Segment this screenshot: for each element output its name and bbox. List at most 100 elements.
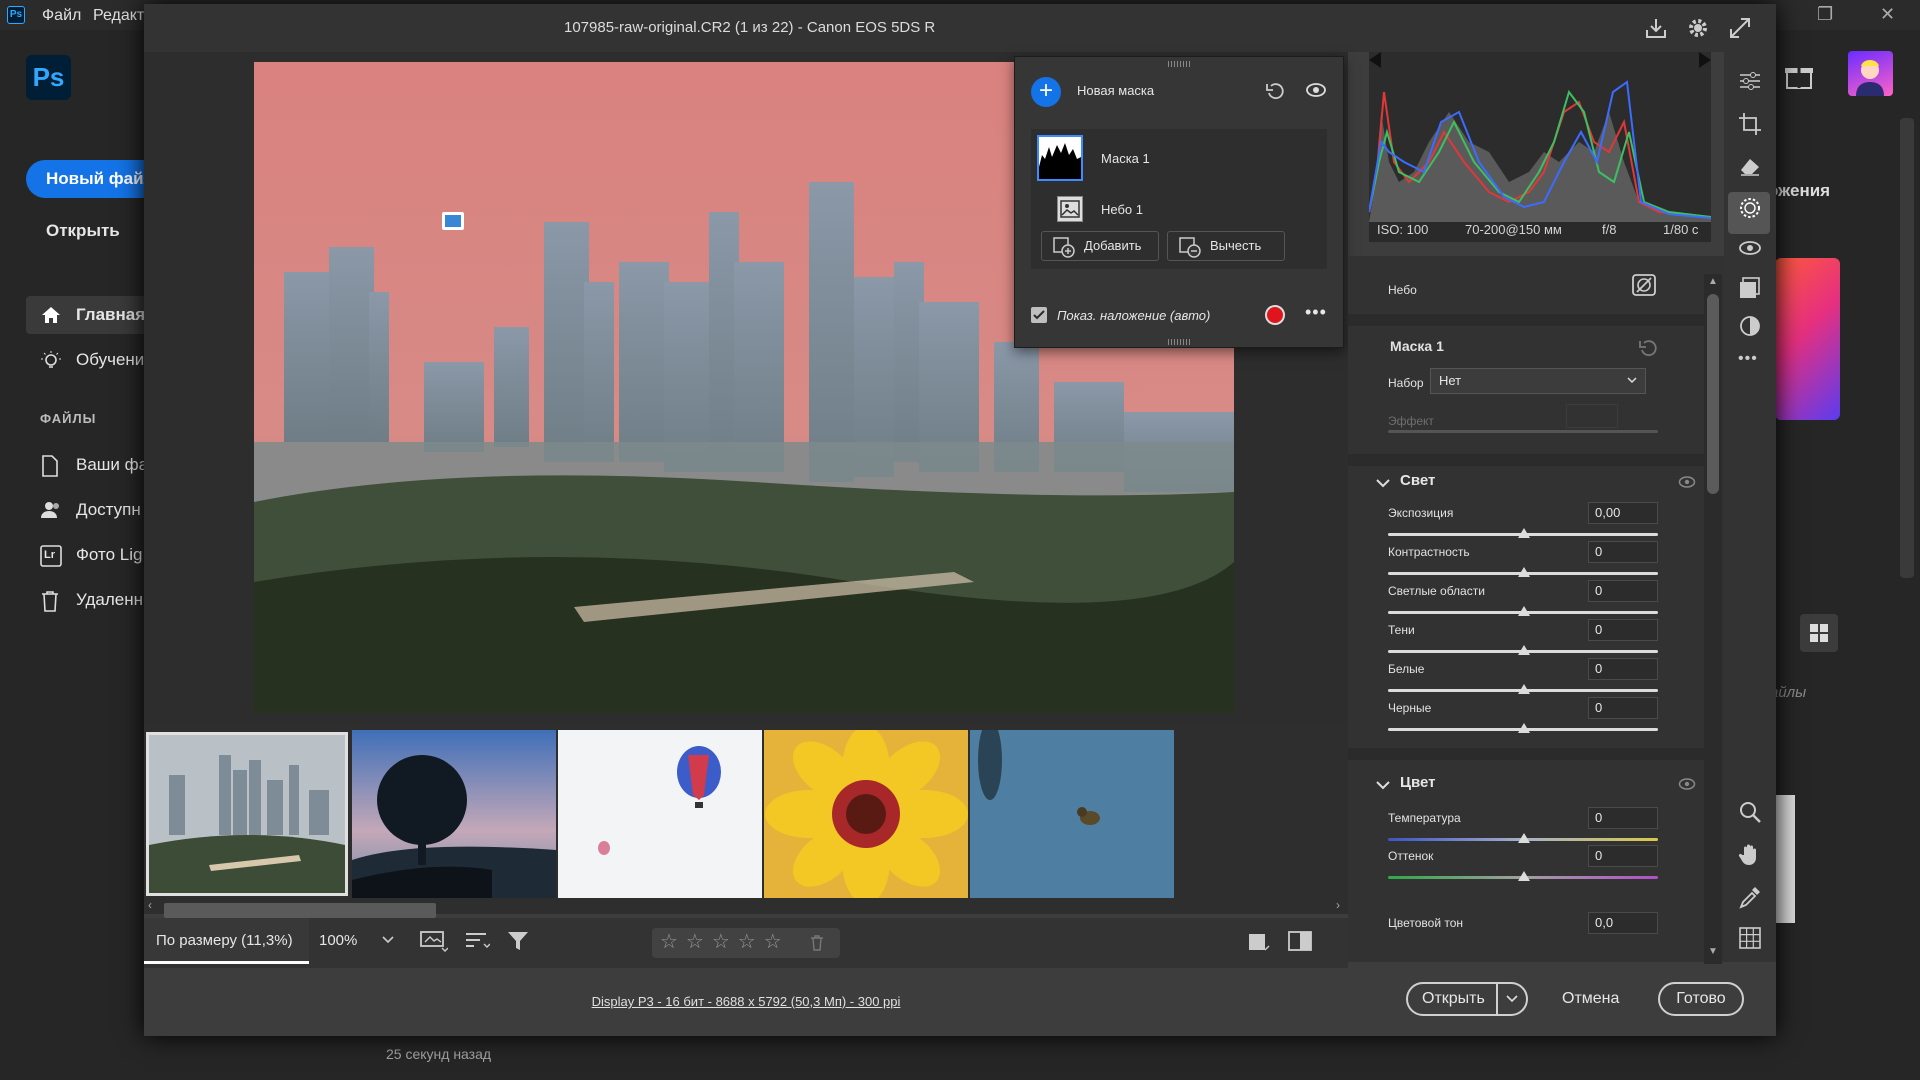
filter-icon[interactable] bbox=[506, 930, 530, 952]
scroll-down-icon[interactable]: ▼ bbox=[1708, 946, 1718, 957]
visibility-eye-icon[interactable] bbox=[1305, 82, 1327, 98]
light-visibility-eye-icon[interactable] bbox=[1678, 476, 1696, 488]
invert-mask-icon[interactable] bbox=[1632, 274, 1656, 296]
save-icon[interactable] bbox=[1644, 16, 1668, 40]
hue-input[interactable]: 0,0 bbox=[1588, 912, 1658, 934]
slider-knob[interactable] bbox=[1518, 606, 1530, 616]
edit-sliders-icon[interactable] bbox=[1738, 70, 1762, 92]
filmstrip-options-icon[interactable] bbox=[420, 930, 448, 952]
mask1-thumbnail[interactable] bbox=[1037, 135, 1083, 181]
scroll-up-icon[interactable]: ▲ bbox=[1708, 276, 1718, 287]
workflow-options-link[interactable]: Display P3 - 16 бит - 8688 x 5792 (50,3 … bbox=[144, 972, 1348, 1032]
temperature-slider[interactable] bbox=[1388, 833, 1658, 843]
eraser-icon[interactable] bbox=[1738, 154, 1762, 176]
fullscreen-icon[interactable] bbox=[1728, 16, 1752, 40]
scroll-right-icon[interactable]: › bbox=[1336, 898, 1340, 912]
crop-icon[interactable] bbox=[1738, 112, 1762, 136]
zoom-icon[interactable] bbox=[1738, 800, 1762, 824]
fit-zoom-button[interactable]: По размеру (11,3%) bbox=[144, 918, 309, 964]
shadows-slider[interactable] bbox=[1388, 645, 1658, 655]
drag-handle[interactable] bbox=[1168, 61, 1192, 67]
preset-select[interactable]: Нет bbox=[1430, 368, 1646, 394]
grid-view-icon[interactable] bbox=[1800, 614, 1838, 652]
open-image-button[interactable]: Открыть bbox=[1406, 982, 1528, 1016]
mask1-label[interactable]: Маска 1 bbox=[1101, 151, 1150, 166]
single-view-icon[interactable] bbox=[1248, 932, 1270, 952]
scroll-left-icon[interactable]: ‹ bbox=[148, 898, 152, 912]
delete-trash-icon[interactable] bbox=[810, 935, 824, 951]
color-visibility-eye-icon[interactable] bbox=[1678, 778, 1696, 790]
cancel-button[interactable]: Отмена bbox=[1562, 990, 1619, 1008]
whites-slider[interactable] bbox=[1388, 684, 1658, 694]
redeye-icon[interactable] bbox=[1738, 238, 1762, 258]
sky1-label[interactable]: Небо 1 bbox=[1101, 202, 1143, 217]
masking-icon[interactable] bbox=[1738, 196, 1762, 220]
done-button[interactable]: Готово bbox=[1658, 982, 1744, 1016]
exposure-slider[interactable] bbox=[1388, 528, 1658, 538]
close-icon[interactable]: ✕ bbox=[1880, 4, 1895, 25]
overlay-label[interactable]: Показ. наложение (авто) bbox=[1057, 308, 1210, 323]
tint-input[interactable]: 0 bbox=[1588, 845, 1658, 867]
highlights-slider[interactable] bbox=[1388, 606, 1658, 616]
filmstrip-thumbnail-city[interactable] bbox=[146, 732, 348, 896]
overlay-color-swatch[interactable] bbox=[1265, 305, 1285, 325]
zoom-level[interactable]: 100% bbox=[319, 918, 357, 964]
filmstrip-thumbnail-flower[interactable] bbox=[764, 730, 968, 898]
slider-knob[interactable] bbox=[1518, 528, 1530, 538]
blacks-slider[interactable] bbox=[1388, 723, 1658, 733]
overlay-checkbox[interactable] bbox=[1031, 307, 1047, 323]
slider-knob[interactable] bbox=[1518, 684, 1530, 694]
open-button[interactable]: Открыть bbox=[46, 221, 120, 241]
new-mask-add-icon[interactable]: + bbox=[1031, 77, 1061, 107]
contrast-slider[interactable] bbox=[1388, 567, 1658, 577]
temperature-input[interactable]: 0 bbox=[1588, 807, 1658, 829]
presets-icon[interactable] bbox=[1738, 276, 1762, 300]
reset-mask-icon[interactable] bbox=[1638, 338, 1660, 358]
effect-slider[interactable] bbox=[1388, 430, 1658, 433]
drag-handle-bottom[interactable] bbox=[1168, 339, 1192, 345]
sort-icon[interactable] bbox=[464, 930, 490, 952]
zoom-dropdown-icon[interactable] bbox=[382, 936, 394, 944]
snapshots-icon[interactable] bbox=[1738, 314, 1762, 338]
light-section-title[interactable]: Свет bbox=[1400, 472, 1435, 489]
recent-file-thumbnail[interactable] bbox=[1775, 795, 1795, 923]
more-options-icon[interactable]: ••• bbox=[1305, 303, 1327, 321]
reset-icon[interactable] bbox=[1265, 81, 1287, 101]
promo-card[interactable] bbox=[1775, 258, 1840, 420]
subtract-button[interactable]: Вычесть bbox=[1167, 231, 1285, 261]
tint-slider[interactable] bbox=[1388, 871, 1658, 881]
before-after-icon[interactable] bbox=[1288, 930, 1312, 952]
restore-icon[interactable]: ❐ bbox=[1817, 4, 1833, 25]
gear-icon[interactable] bbox=[1686, 16, 1710, 40]
exposure-input[interactable]: 0,00 bbox=[1588, 502, 1658, 524]
effect-value[interactable] bbox=[1566, 404, 1618, 428]
panel-scroll-thumb[interactable] bbox=[1707, 294, 1719, 494]
grid-overlay-icon[interactable] bbox=[1738, 926, 1762, 950]
shadows-input[interactable]: 0 bbox=[1588, 619, 1658, 641]
home-scrollbar[interactable] bbox=[1900, 118, 1914, 578]
slider-knob[interactable] bbox=[1518, 871, 1530, 881]
filmstrip-thumbnail-lake[interactable] bbox=[352, 730, 556, 898]
avatar[interactable] bbox=[1848, 51, 1893, 96]
gift-icon[interactable] bbox=[1784, 60, 1814, 90]
add-button[interactable]: Добавить bbox=[1041, 231, 1159, 261]
filmstrip-thumbnail-duck[interactable] bbox=[970, 730, 1174, 898]
slider-knob[interactable] bbox=[1518, 567, 1530, 577]
chevron-down-icon[interactable] bbox=[1376, 780, 1390, 790]
slider-knob[interactable] bbox=[1518, 833, 1530, 843]
chevron-down-icon[interactable] bbox=[1376, 478, 1390, 488]
chevron-down-icon[interactable] bbox=[1506, 995, 1518, 1003]
color-section-title[interactable]: Цвет bbox=[1400, 774, 1435, 791]
color-sampler-icon[interactable] bbox=[1738, 886, 1762, 910]
more-tools-icon[interactable]: ••• bbox=[1738, 350, 1758, 368]
whites-input[interactable]: 0 bbox=[1588, 658, 1658, 680]
filmstrip-thumbnail-balloon[interactable] bbox=[558, 730, 762, 898]
slider-knob[interactable] bbox=[1518, 645, 1530, 655]
contrast-input[interactable]: 0 bbox=[1588, 541, 1658, 563]
blacks-input[interactable]: 0 bbox=[1588, 697, 1658, 719]
slider-knob[interactable] bbox=[1518, 723, 1530, 733]
highlights-input[interactable]: 0 bbox=[1588, 580, 1658, 602]
panel-scrollbar[interactable]: ▲ ▼ bbox=[1704, 274, 1722, 964]
hand-icon[interactable] bbox=[1738, 842, 1762, 866]
new-mask-label[interactable]: Новая маска bbox=[1077, 83, 1154, 98]
